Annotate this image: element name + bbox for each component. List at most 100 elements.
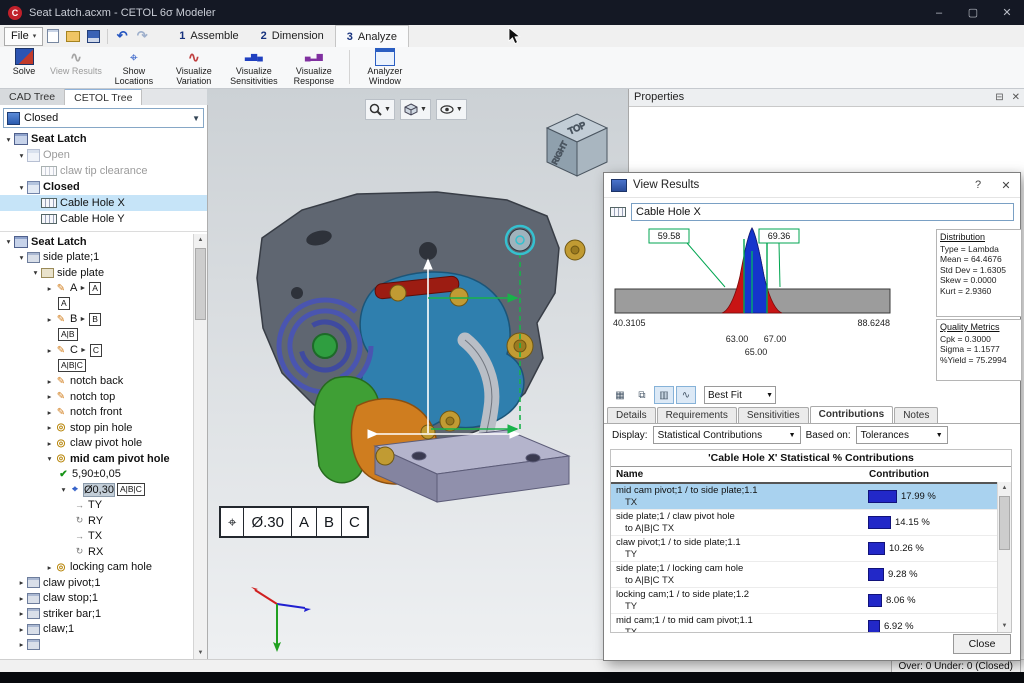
expander-icon[interactable]: ▸ — [16, 578, 27, 587]
tab-sensitivities[interactable]: Sensitivities — [738, 407, 809, 423]
zoom-tool-button[interactable]: ▼ — [365, 99, 395, 120]
scroll-down-icon[interactable]: ▼ — [1002, 620, 1008, 632]
open-button[interactable] — [64, 28, 82, 45]
expander-icon[interactable]: ▸ — [16, 594, 27, 603]
tree-item-open[interactable]: ▾ Open — [0, 147, 207, 163]
save-button[interactable] — [84, 28, 102, 45]
expander-icon[interactable]: ▾ — [16, 253, 27, 262]
tree-item-rx[interactable]: ↻ RX — [0, 544, 194, 560]
contribution-row[interactable]: side plate;1 / claw pivot hole to A|B|C … — [611, 510, 1011, 536]
tab-requirements[interactable]: Requirements — [657, 407, 737, 423]
tab-notes[interactable]: Notes — [894, 407, 938, 423]
tree-item-partial[interactable]: ▸ — [0, 637, 194, 653]
tree-item-datum-c[interactable]: ▸ ✎ C ► C — [0, 343, 194, 359]
dialog-title-bar[interactable]: View Results ? ✕ — [604, 173, 1020, 198]
tree-item-side-plate-1[interactable]: ▾ side plate;1 — [0, 250, 194, 266]
tab-details[interactable]: Details — [607, 407, 656, 423]
tree-item-stop-pin-hole[interactable]: ▸ ◎ stop pin hole — [0, 420, 194, 436]
expander-icon[interactable]: ▸ — [44, 284, 55, 293]
show-locations-button[interactable]: ⌖ Show Locations — [104, 47, 164, 88]
expander-icon[interactable]: ▸ — [44, 315, 55, 324]
tree-item-notch-front[interactable]: ▸ ✎ notch front — [0, 405, 194, 421]
tree-item-datum-frame-ab[interactable]: A|B — [0, 327, 194, 343]
contribution-row[interactable]: mid cam;1 / to mid cam pivot;1.1 TX 6.92… — [611, 614, 1011, 633]
contribution-row[interactable]: side plate;1 / locking cam hole to A|B|C… — [611, 562, 1011, 588]
expander-icon[interactable]: ▸ — [44, 563, 55, 572]
tree-item-side-plate-body[interactable]: ▾ side plate — [0, 265, 194, 281]
close-panel-icon[interactable]: ✕ — [1012, 92, 1020, 103]
tree-item-notch-back[interactable]: ▸ ✎ notch back — [0, 374, 194, 390]
analysis-state-combo[interactable]: Closed ▼ — [3, 108, 204, 128]
tree-item-notch-top[interactable]: ▸ ✎ notch top — [0, 389, 194, 405]
scroll-up-icon[interactable]: ▲ — [198, 234, 204, 246]
view-results-button[interactable]: ∿ View Results — [48, 47, 104, 88]
solve-button[interactable]: Solve — [0, 47, 48, 88]
copy-chart-icon[interactable]: ⧉ — [632, 386, 652, 404]
contribution-row[interactable]: locking cam;1 / to side plate;1.2 TY 8.0… — [611, 588, 1011, 614]
tree-item-closed[interactable]: ▾ Closed — [0, 179, 207, 195]
tab-dimension[interactable]: 2 Dimension — [250, 25, 335, 47]
tree-item-ty[interactable]: → TY — [0, 498, 194, 514]
tab-contributions[interactable]: Contributions — [810, 406, 894, 423]
visualize-response-button[interactable]: ▄▂▆ Visualize Response — [284, 47, 344, 88]
expander-icon[interactable]: ▸ — [44, 377, 55, 386]
expander-icon[interactable]: ▾ — [16, 151, 27, 160]
measurement-name-input[interactable] — [631, 203, 1014, 221]
tab-cetol-tree[interactable]: CETOL Tree — [65, 88, 142, 105]
histogram-toggle-icon[interactable]: ▥ — [654, 386, 674, 404]
undo-button[interactable]: ↶ — [113, 28, 131, 45]
distribution-link[interactable]: Distribution — [940, 232, 1018, 243]
expander-icon[interactable]: ▾ — [30, 268, 41, 277]
fit-type-combo[interactable]: Best Fit ▼ — [704, 386, 776, 404]
tree-item-claw-pivot-hole[interactable]: ▸ ◎ claw pivot hole — [0, 436, 194, 452]
tree-item-seat-latch[interactable]: ▾ Seat Latch — [0, 131, 207, 147]
based-on-combo[interactable]: Tolerances ▼ — [856, 426, 948, 444]
curve-toggle-icon[interactable]: ∿ — [676, 386, 696, 404]
tab-cad-tree[interactable]: CAD Tree — [0, 88, 65, 105]
quality-metrics-link[interactable]: Quality Metrics — [940, 322, 1018, 333]
expander-icon[interactable]: ▾ — [44, 454, 55, 463]
tree-item-datum-frame-a[interactable]: A — [0, 296, 194, 312]
tree-item-datum-frame-abc[interactable]: A|B|C — [0, 358, 194, 374]
tree-item-striker-bar-1[interactable]: ▸ striker bar;1 — [0, 606, 194, 622]
tree-item-cable-hole-x[interactable]: Cable Hole X — [0, 195, 207, 211]
view-orientation-button[interactable]: ▼ — [400, 99, 431, 120]
expander-icon[interactable]: ▸ — [44, 423, 55, 432]
tree-item-mid-cam-pivot-hole[interactable]: ▾ ◎ mid cam pivot hole — [0, 451, 194, 467]
redo-button[interactable]: ↷ — [133, 28, 151, 45]
analyzer-window-button[interactable]: Analyzer Window — [355, 47, 415, 88]
tree-item-datum-b[interactable]: ▸ ✎ B ► B — [0, 312, 194, 328]
scrollbar-thumb[interactable] — [999, 496, 1010, 550]
tree-item-claw-pivot-1[interactable]: ▸ claw pivot;1 — [0, 575, 194, 591]
tree-item-locking-cam-hole[interactable]: ▸ ◎ locking cam hole — [0, 560, 194, 576]
feature-control-frame[interactable]: ⌖ Ø.30 A B C — [219, 506, 369, 538]
contribution-row[interactable]: claw pivot;1 / to side plate;1.1 TY 10.2… — [611, 536, 1011, 562]
expander-icon[interactable]: ▸ — [16, 625, 27, 634]
tree-item-dimension-590[interactable]: ✔ 5,90±0,05 — [0, 467, 194, 483]
view-cube[interactable]: TOP RIGHT — [547, 114, 607, 176]
table-view-icon[interactable]: ▦ — [610, 386, 630, 404]
tree-item-claw-1[interactable]: ▸ claw;1 — [0, 622, 194, 638]
tree-item-position-tolerance[interactable]: ▾ ⌖ Ø0,30 A|B|C — [0, 482, 194, 498]
tree-item-tx[interactable]: → TX — [0, 529, 194, 545]
table-scrollbar[interactable]: ▲ ▼ — [997, 482, 1011, 632]
expander-icon[interactable]: ▸ — [44, 439, 55, 448]
minimize-button[interactable]: – — [922, 0, 956, 25]
tree-item-seat-latch-model[interactable]: ▾ Seat Latch — [0, 234, 194, 250]
tab-assemble[interactable]: 1 Assemble — [168, 25, 249, 47]
tree-item-datum-a[interactable]: ▸ ✎ A ► A — [0, 281, 194, 297]
expander-icon[interactable]: ▾ — [58, 485, 69, 494]
new-document-button[interactable] — [44, 28, 62, 45]
3d-viewport[interactable]: TOP RIGHT ▼ ▼ — [207, 88, 628, 659]
file-menu-button[interactable]: File ▾ — [4, 27, 43, 46]
tree-item-ry[interactable]: ↻ RY — [0, 513, 194, 529]
contribution-row[interactable]: mid cam pivot;1 / to side plate;1.1 TX 1… — [611, 484, 1011, 510]
tree-item-claw-stop-1[interactable]: ▸ claw stop;1 — [0, 591, 194, 607]
visualize-variation-button[interactable]: ∿ Visualize Variation — [164, 47, 224, 88]
dock-icon[interactable]: ⊟ — [995, 92, 1003, 103]
scroll-down-icon[interactable]: ▼ — [198, 647, 204, 659]
expander-icon[interactable]: ▾ — [16, 183, 27, 192]
expander-icon[interactable]: ▸ — [16, 640, 27, 649]
expander-icon[interactable]: ▸ — [44, 392, 55, 401]
tree-item-cable-hole-y[interactable]: Cable Hole Y — [0, 211, 207, 227]
